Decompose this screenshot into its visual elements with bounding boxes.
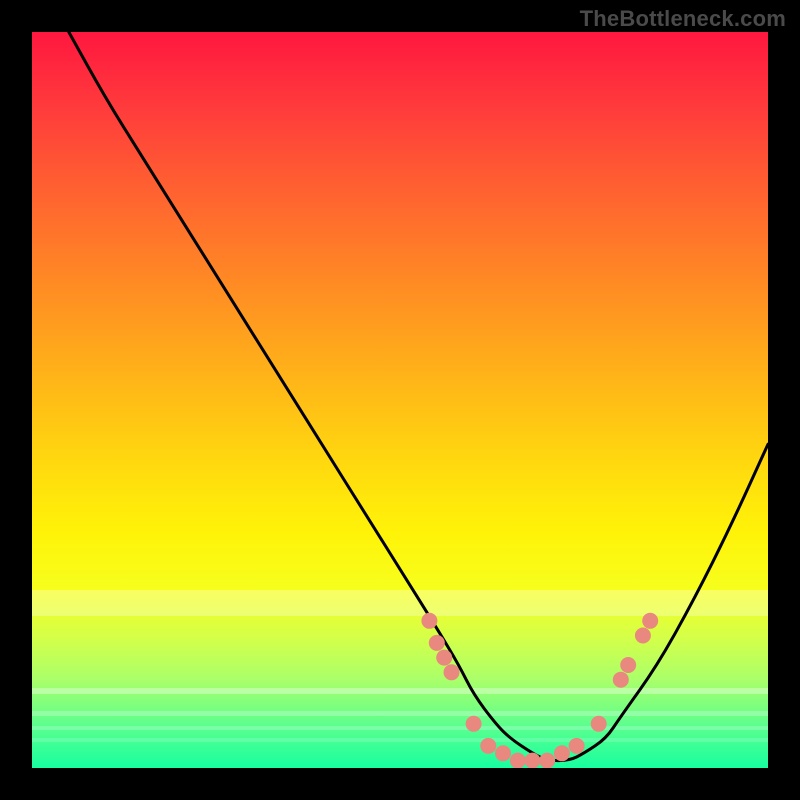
- curve-marker: [642, 613, 658, 629]
- curve-marker: [444, 664, 460, 680]
- bottleneck-curve: [69, 32, 768, 761]
- curve-marker: [620, 657, 636, 673]
- curve-markers: [421, 613, 658, 768]
- curve-marker: [613, 672, 629, 688]
- plot-area: [32, 32, 768, 768]
- curve-marker: [495, 745, 511, 761]
- curve-marker: [525, 753, 541, 768]
- curve-marker: [635, 628, 651, 644]
- curve-marker: [554, 745, 570, 761]
- curve-marker: [429, 635, 445, 651]
- curve-layer: [32, 32, 768, 768]
- curve-marker: [510, 753, 526, 768]
- curve-marker: [436, 650, 452, 666]
- curve-marker: [480, 738, 496, 754]
- chart-frame: TheBottleneck.com: [0, 0, 800, 800]
- watermark-label: TheBottleneck.com: [580, 6, 786, 32]
- curve-marker: [466, 716, 482, 732]
- curve-marker: [421, 613, 437, 629]
- curve-marker: [539, 753, 555, 768]
- curve-marker: [569, 738, 585, 754]
- curve-marker: [591, 716, 607, 732]
